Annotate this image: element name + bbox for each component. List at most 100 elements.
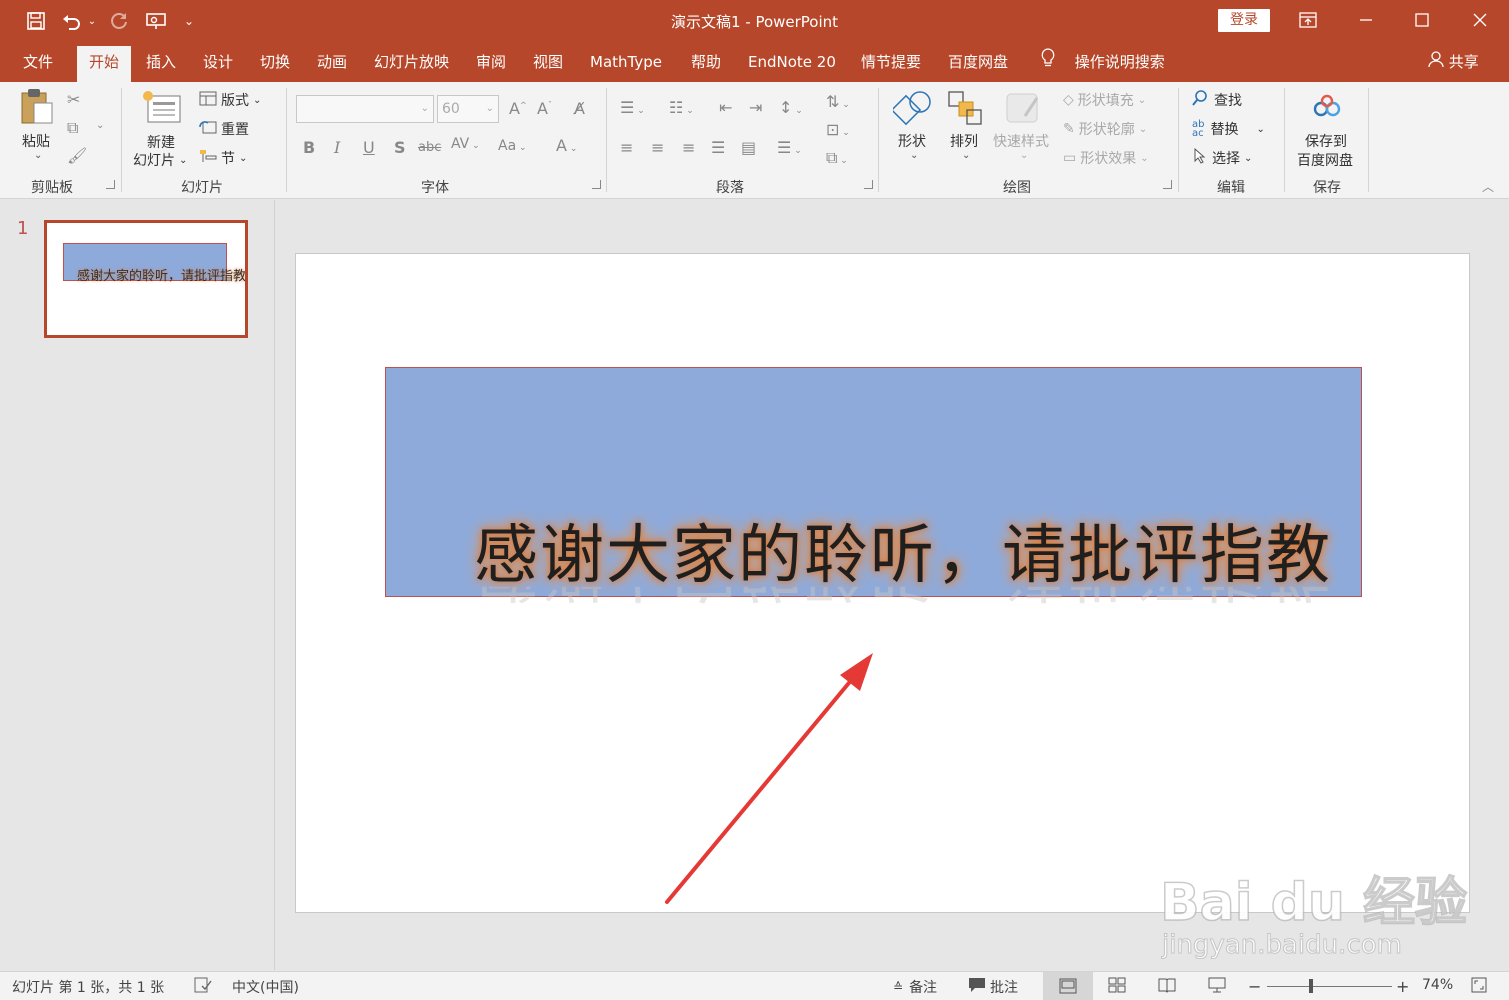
tab-design[interactable]: 设计 xyxy=(203,42,233,82)
bold-icon[interactable]: B xyxy=(303,138,315,157)
shapes-icon[interactable] xyxy=(893,88,933,128)
save-icon[interactable] xyxy=(24,8,48,34)
slideshow-view-icon[interactable] xyxy=(1208,977,1226,993)
text-direction-icon[interactable]: ⇅ ⌄ xyxy=(826,92,850,111)
language-indicator[interactable]: 中文(中国) xyxy=(232,977,299,997)
quick-styles-button[interactable]: 快速样式 xyxy=(993,131,1049,151)
tab-endnote[interactable]: EndNote 20 xyxy=(748,42,836,82)
decrease-indent-icon[interactable]: ⇤ xyxy=(719,98,732,117)
customize-toolbar-icon[interactable]: ⌄ xyxy=(182,8,196,34)
tab-transitions[interactable]: 切换 xyxy=(260,42,290,82)
tab-home[interactable]: 开始 xyxy=(77,46,132,82)
increase-indent-icon[interactable]: ⇥ xyxy=(749,98,762,117)
maximize-icon[interactable] xyxy=(1402,6,1442,34)
change-case-icon[interactable]: Aa ⌄ xyxy=(498,138,527,154)
paste-dropdown-icon[interactable]: ⌄ xyxy=(34,150,42,161)
underline-icon[interactable]: U xyxy=(363,138,375,157)
align-right-icon[interactable]: ≡ xyxy=(682,138,695,157)
tab-review[interactable]: 审阅 xyxy=(476,42,506,82)
format-painter-icon[interactable]: 🖌 xyxy=(67,146,87,165)
save-to-baidu-label-1[interactable]: 保存到 xyxy=(1305,131,1347,151)
zoom-in-icon[interactable]: + xyxy=(1396,977,1409,996)
new-slide-label-1[interactable]: 新建 xyxy=(147,132,175,152)
arrange-icon[interactable] xyxy=(947,90,983,126)
numbering-icon[interactable]: ☷ ⌄ xyxy=(669,98,694,117)
tab-animations[interactable]: 动画 xyxy=(317,42,347,82)
tab-mathtype[interactable]: MathType xyxy=(590,42,662,82)
chevron-down-icon[interactable]: ⌄ xyxy=(1020,150,1028,161)
align-center-icon[interactable]: ≡ xyxy=(651,138,664,157)
shape-outline-button[interactable]: ✎ 形状轮廓 ⌄ xyxy=(1063,119,1147,139)
minimize-icon[interactable] xyxy=(1346,6,1386,34)
layout-button[interactable]: 版式 ⌄ xyxy=(199,90,261,110)
zoom-out-icon[interactable]: − xyxy=(1248,977,1261,996)
login-button[interactable]: 登录 xyxy=(1218,9,1270,32)
find-button[interactable]: 查找 xyxy=(1192,90,1242,110)
ribbon-display-options-icon[interactable] xyxy=(1288,6,1328,34)
zoom-slider-track[interactable] xyxy=(1267,986,1392,987)
distributed-icon[interactable]: ▤ xyxy=(741,138,756,157)
undo-dropdown-icon[interactable]: ⌄ xyxy=(86,8,98,34)
redo-icon[interactable] xyxy=(106,8,132,34)
arrange-button[interactable]: 排列 xyxy=(950,131,978,151)
start-slideshow-icon[interactable] xyxy=(142,8,170,34)
new-slide-icon[interactable] xyxy=(142,90,182,124)
italic-icon[interactable]: I xyxy=(334,138,340,157)
font-color-icon[interactable]: A ⌄ xyxy=(556,136,577,155)
copy-icon[interactable]: ⧉ xyxy=(67,118,78,138)
cut-icon[interactable]: ✂ xyxy=(67,90,80,109)
align-text-icon[interactable]: ⊡ ⌄ xyxy=(826,120,850,139)
font-name-combo[interactable]: ⌄ xyxy=(296,95,434,123)
align-left-icon[interactable]: ≡ xyxy=(620,138,633,157)
bullets-icon[interactable]: ☰ ⌄ xyxy=(620,98,645,117)
tab-help[interactable]: 帮助 xyxy=(691,42,721,82)
shape-effects-button[interactable]: ▭ 形状效果 ⌄ xyxy=(1063,148,1149,168)
font-size-combo[interactable]: 60 ⌄ xyxy=(437,95,499,123)
slide-sorter-icon[interactable] xyxy=(1108,977,1126,993)
line-spacing-icon[interactable]: ↕ ⌄ xyxy=(779,98,803,117)
fit-to-window-icon[interactable] xyxy=(1471,977,1487,993)
normal-view-icon[interactable] xyxy=(1043,972,1093,1000)
slide-text[interactable]: 感谢大家的聆听，请批评指教 xyxy=(474,504,1332,596)
tab-baidu-netdisk[interactable]: 百度网盘 xyxy=(948,42,1008,82)
quick-styles-icon[interactable] xyxy=(1005,90,1041,126)
chevron-down-icon[interactable]: ⌄ xyxy=(910,150,918,161)
new-slide-button[interactable]: 幻灯片 ⌄ xyxy=(133,150,187,170)
columns-icon[interactable]: ☰ ⌄ xyxy=(777,138,802,157)
save-to-baidu-label-2[interactable]: 百度网盘 xyxy=(1297,150,1353,170)
paste-button[interactable]: 粘贴 xyxy=(22,131,50,151)
reset-button[interactable]: 重置 xyxy=(199,119,249,139)
reading-view-icon[interactable] xyxy=(1158,977,1176,993)
undo-icon[interactable] xyxy=(58,8,84,34)
decrease-font-icon[interactable]: Aˇ xyxy=(537,99,552,118)
paragraph-launcher-icon[interactable] xyxy=(864,180,873,189)
strikethrough-icon[interactable]: abc xyxy=(418,140,441,155)
collapse-ribbon-icon[interactable]: ︿ xyxy=(1482,178,1494,195)
tab-file[interactable]: 文件 xyxy=(23,42,53,82)
clipboard-launcher-icon[interactable] xyxy=(106,180,115,189)
tab-storyboard[interactable]: 情节提要 xyxy=(861,42,921,82)
increase-font-icon[interactable]: A^ xyxy=(509,99,527,118)
copy-dropdown-icon[interactable]: ⌄ xyxy=(96,120,104,131)
justify-icon[interactable]: ☰ xyxy=(711,138,725,157)
select-button[interactable]: 选择 ⌄ xyxy=(1194,147,1252,168)
section-button[interactable]: 节 ⌄ xyxy=(199,148,247,168)
tab-view[interactable]: 视图 xyxy=(533,42,563,82)
share-button[interactable]: 共享 xyxy=(1428,42,1479,82)
font-launcher-icon[interactable] xyxy=(592,180,601,189)
tab-insert[interactable]: 插入 xyxy=(146,42,176,82)
convert-smartart-icon[interactable]: ⧉ ⌄ xyxy=(826,148,848,168)
zoom-slider-thumb[interactable] xyxy=(1309,979,1313,993)
drawing-launcher-icon[interactable] xyxy=(1163,180,1172,189)
zoom-level[interactable]: 74% xyxy=(1422,977,1453,993)
clear-formatting-icon[interactable]: A̸ xyxy=(574,99,585,118)
shape-fill-button[interactable]: ◇ 形状填充 ⌄ xyxy=(1063,90,1146,110)
chevron-down-icon[interactable]: ⌄ xyxy=(962,150,970,161)
baidu-netdisk-icon[interactable] xyxy=(1312,94,1342,120)
close-icon[interactable] xyxy=(1460,6,1500,34)
shapes-button[interactable]: 形状 xyxy=(898,131,926,151)
replace-button[interactable]: ab ac 替换 ⌄ xyxy=(1192,119,1265,139)
slide-thumbnail[interactable]: 感谢大家的聆听，请批评指教 xyxy=(44,220,248,338)
tell-me-search[interactable]: 操作说明搜索 xyxy=(1040,42,1165,82)
notes-button[interactable]: ≙ 备注 xyxy=(893,977,937,997)
